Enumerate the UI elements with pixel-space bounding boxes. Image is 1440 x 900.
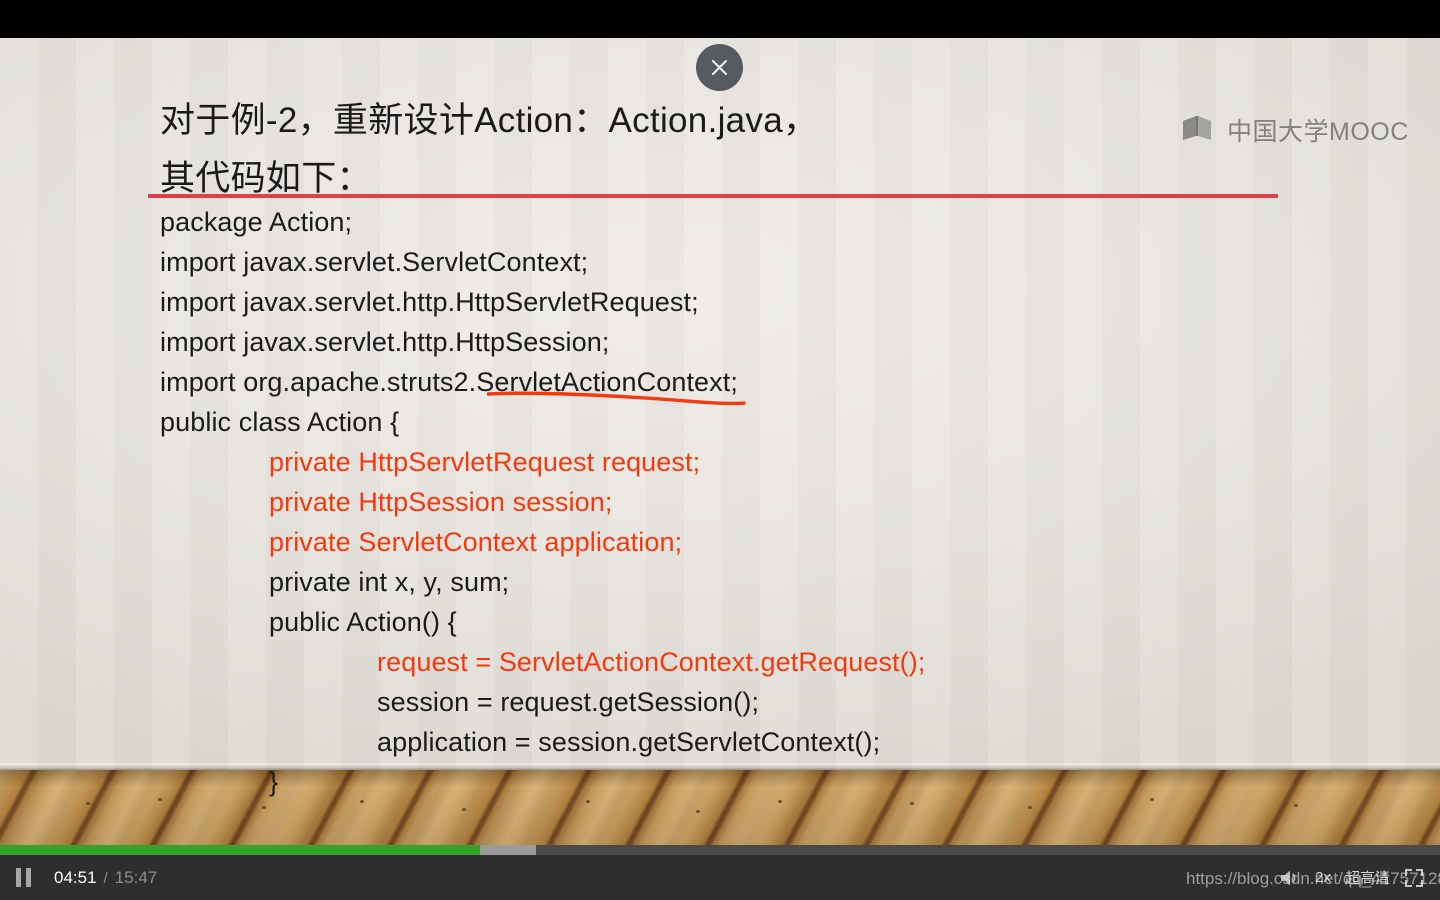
fullscreen-button[interactable] [1404,868,1424,888]
progress-bar-track[interactable] [0,845,1440,855]
letterbox-top-bar [0,0,1440,38]
code-line: private HttpServletRequest request; [269,447,701,477]
floor-nail [1294,804,1298,807]
total-duration: 15:47 [114,867,158,887]
video-player: 对于例-2，重新设计Action：Action.java， 其代码如下： pac… [0,0,1440,900]
pause-icon [15,868,31,887]
fullscreen-icon [1405,868,1423,887]
progress-bar-played [0,845,480,855]
player-control-bar: 04:51 / 15:47 2x 超高清 [0,855,1440,900]
time-separator: / [103,869,108,887]
code-line: private int x, y, sum; [269,567,510,597]
playback-speed-button[interactable]: 2x [1315,869,1331,886]
pause-button[interactable] [0,855,46,900]
quality-selector-button[interactable]: 超高清 [1345,867,1390,888]
slide-title: 对于例-2，重新设计Action：Action.java， 其代码如下： [160,101,819,198]
floor-nail [1028,806,1032,809]
floor-nail [696,810,700,813]
code-line: package Action; [160,207,353,237]
code-line: public class Action { [160,407,400,437]
current-time: 04:51 [54,867,97,887]
close-icon [711,59,728,76]
title-divider-line [148,194,1278,198]
code-line: import org.apache.struts2.ServletActionC… [160,367,738,397]
code-line: application = session.getServletContext(… [377,727,881,757]
code-line: import javax.servlet.http.HttpServletReq… [160,287,699,317]
mooc-logo: 中国大学MOOC [1182,112,1409,148]
code-line: } [269,767,279,797]
floor-nail [86,802,90,805]
player-right-controls: 2x 超高清 [1279,867,1440,888]
slide-scene: 对于例-2，重新设计Action：Action.java， 其代码如下： pac… [0,38,1440,845]
floor-nail [910,802,914,805]
code-line: private HttpSession session; [269,487,613,517]
code-line: import javax.servlet.http.HttpSession; [160,327,610,357]
code-listing: package Action; import javax.servlet.Serv… [160,202,1360,802]
book-icon [1182,115,1218,146]
floor-nail [262,806,266,809]
code-line: session = request.getSession(); [377,687,760,717]
code-line: import javax.servlet.ServletContext; [160,247,589,277]
mooc-wordmark: 中国大学MOOC [1227,118,1409,146]
volume-icon [1281,870,1296,885]
code-line: private ServletContext application; [269,527,683,557]
volume-button[interactable] [1279,868,1301,888]
time-display: 04:51 / 15:47 [54,868,157,888]
close-button[interactable] [696,44,743,91]
floor-nail [462,808,466,811]
code-line: request = ServletActionContext.getReques… [377,647,926,677]
code-line: public Action() { [269,607,457,637]
